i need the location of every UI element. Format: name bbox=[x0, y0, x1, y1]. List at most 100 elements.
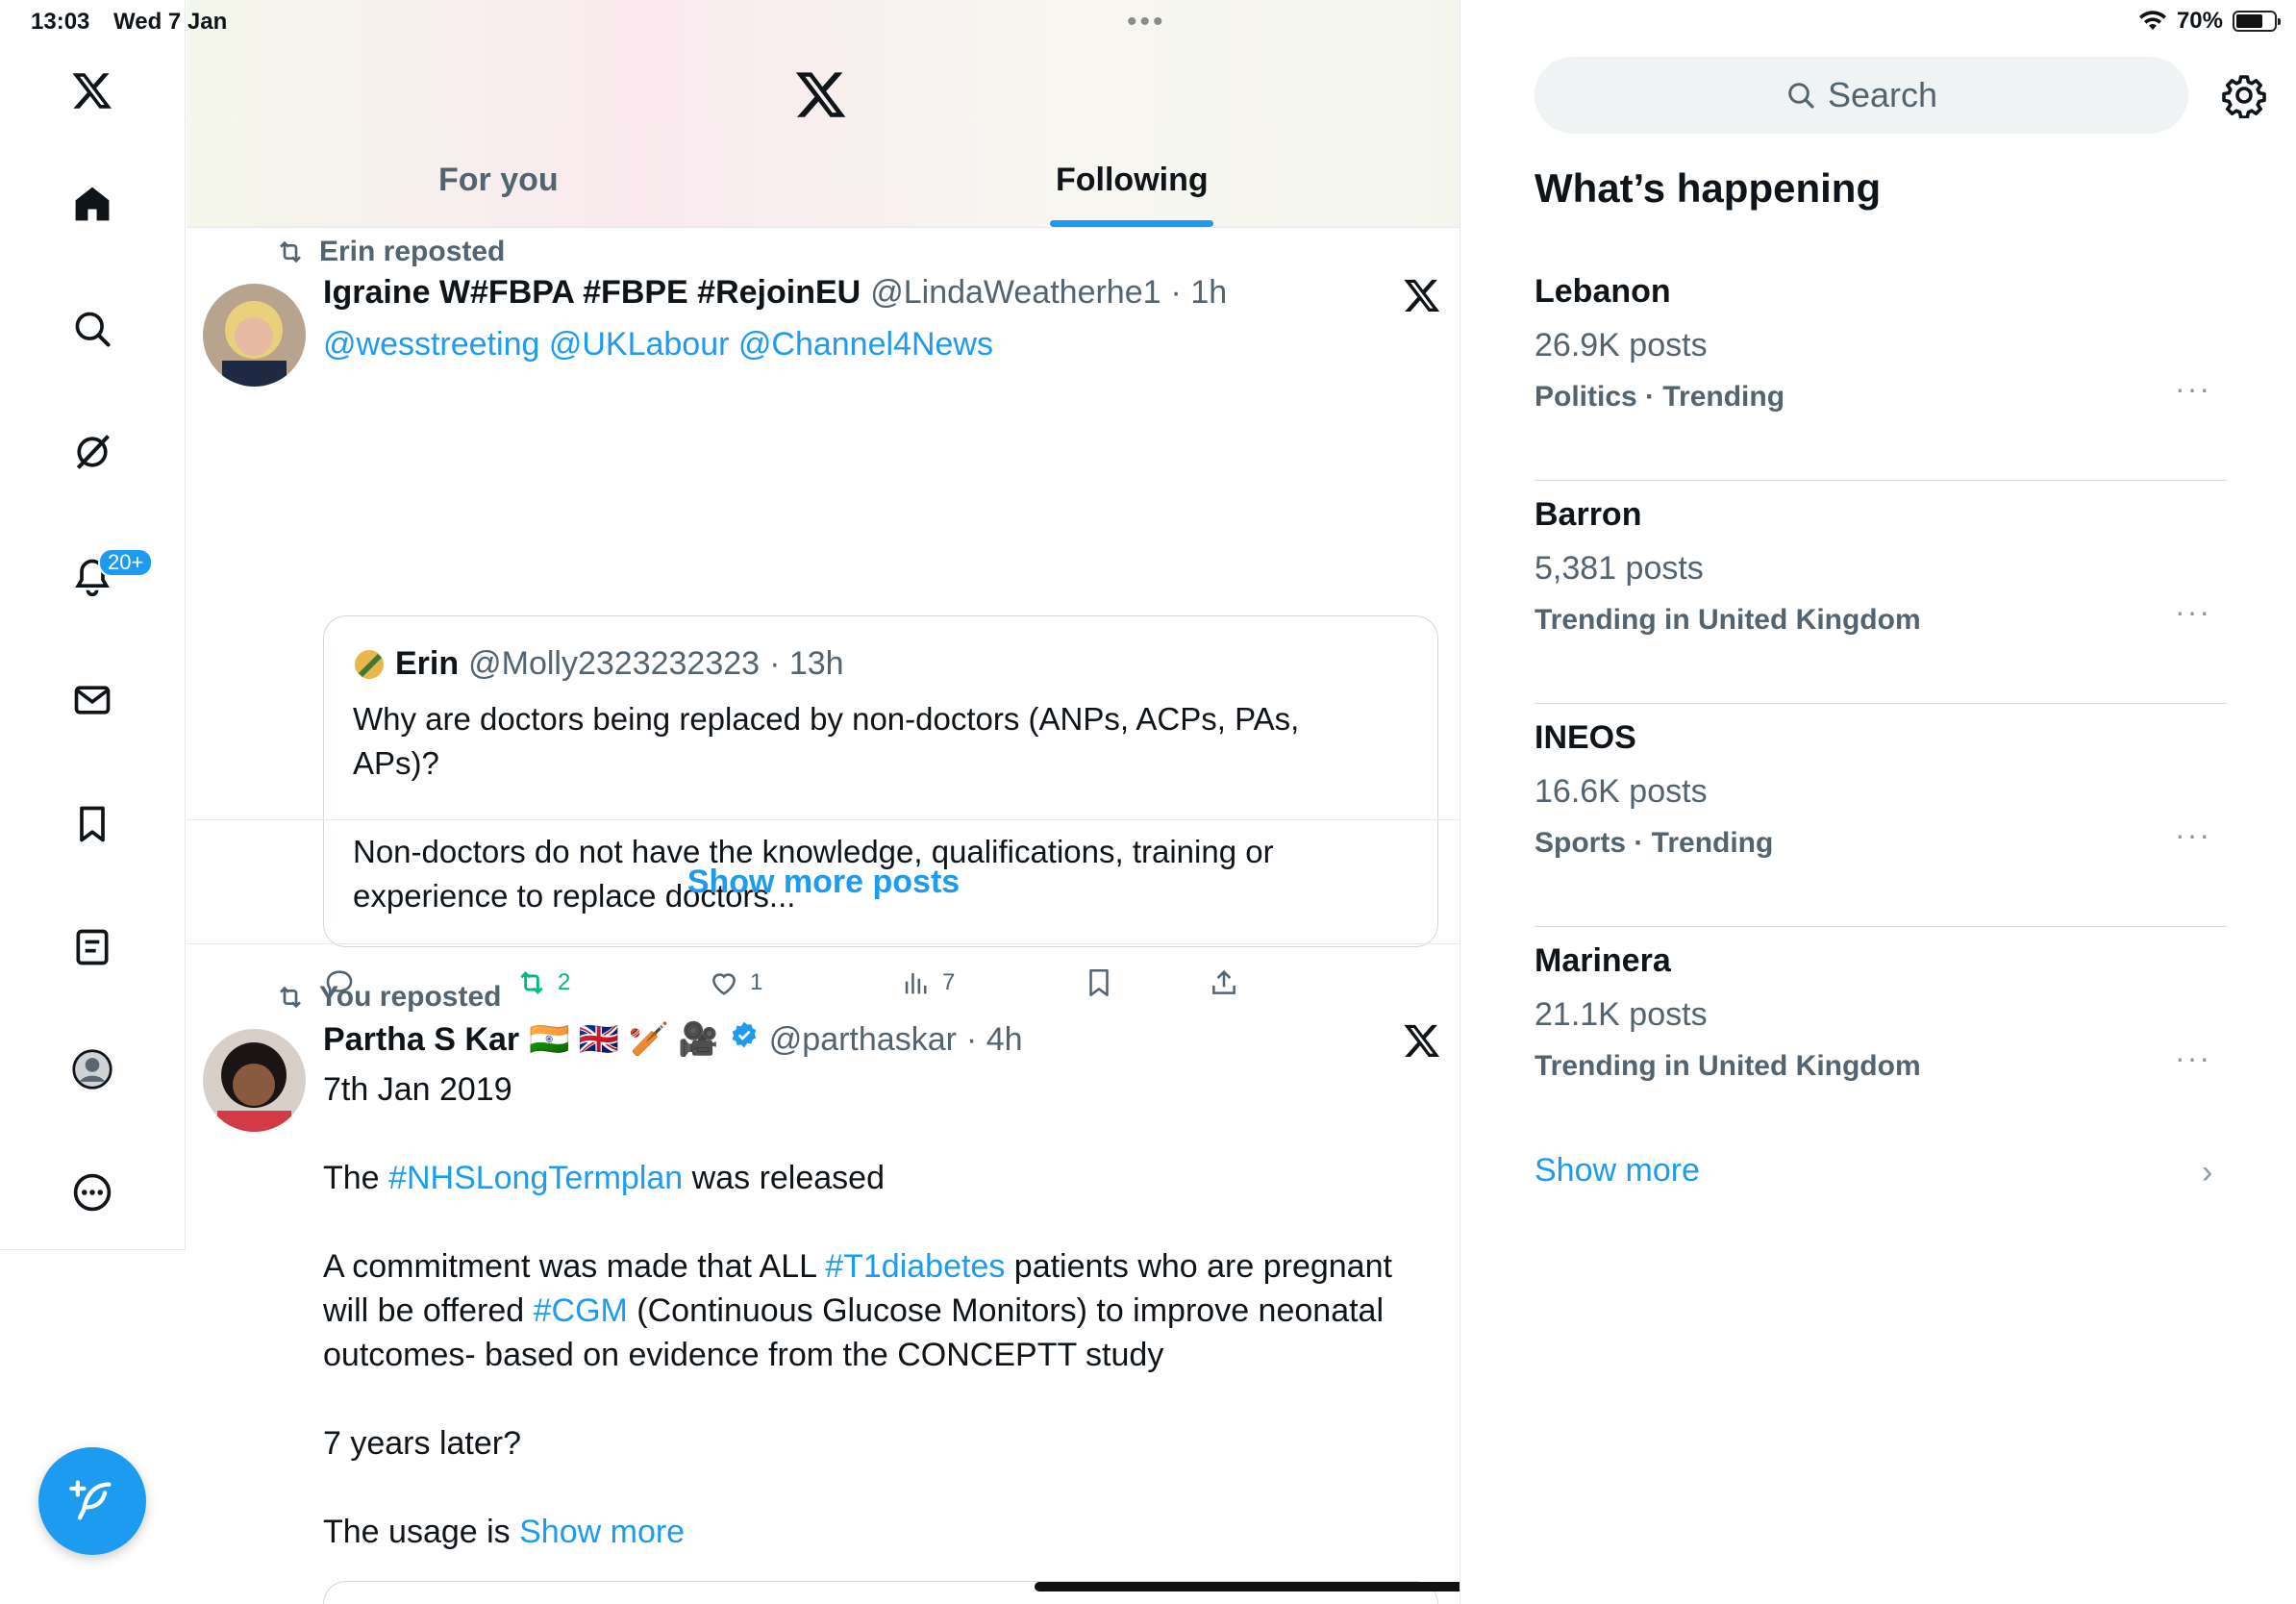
lists-icon[interactable] bbox=[62, 916, 123, 978]
search-icon[interactable] bbox=[62, 298, 123, 360]
more-options-icon[interactable]: ··· bbox=[2175, 817, 2211, 853]
notifications-icon[interactable]: 20+ bbox=[62, 546, 154, 608]
wifi-icon bbox=[2138, 11, 2166, 30]
hashtag-link[interactable]: #CGM bbox=[534, 1292, 628, 1329]
trend-item[interactable]: Lebanon 26.9K posts Politics · Trending … bbox=[1535, 258, 2227, 481]
show-more-link[interactable]: Show more bbox=[519, 1514, 685, 1550]
trend-count: 26.9K posts bbox=[1535, 327, 1708, 363]
quoted-author-handle: @Molly2323232323 bbox=[468, 645, 761, 682]
view-count: 7 bbox=[942, 969, 956, 995]
post-time: · 1h bbox=[1170, 274, 1228, 311]
notifications-badge: 20+ bbox=[98, 548, 154, 577]
analytics-icon bbox=[905, 973, 927, 994]
tab-for-you[interactable]: For you bbox=[438, 162, 559, 219]
author-handle[interactable]: @parthaskar bbox=[769, 1021, 957, 1059]
trend-name: INEOS bbox=[1535, 719, 1636, 756]
bookmark-button[interactable] bbox=[1083, 966, 1115, 999]
show-more-posts-button[interactable]: Show more posts bbox=[187, 819, 1460, 944]
author-emoji: 🇮🇳 🇬🇧 🏏 🎥 bbox=[529, 1021, 719, 1058]
repost-icon bbox=[520, 971, 543, 994]
trend-category: Politics · Trending bbox=[1535, 381, 1785, 413]
compose-post-button[interactable] bbox=[38, 1447, 146, 1555]
share-icon bbox=[1212, 969, 1235, 994]
trend-count: 5,381 posts bbox=[1535, 550, 1704, 587]
tab-following[interactable]: Following bbox=[1056, 162, 1209, 219]
post-line: The usage is Show more bbox=[323, 1514, 686, 1550]
search-bar[interactable]: Search bbox=[1535, 57, 2188, 134]
more-options-icon[interactable]: ··· bbox=[2175, 594, 2211, 630]
post-line: A commitment was made that ALL #T1diabet… bbox=[323, 1248, 1392, 1285]
trend-name: Marinera bbox=[1535, 942, 1671, 979]
author-name[interactable]: Igraine W#FBPA #FBPE #RejoinEU bbox=[323, 274, 861, 312]
show-more-trends-link[interactable]: Show more bbox=[1535, 1152, 1700, 1190]
like-count: 1 bbox=[750, 969, 763, 995]
repost-context: You reposted bbox=[275, 981, 501, 1014]
section-title: What’s happening bbox=[1535, 165, 1882, 211]
status-right: 70% bbox=[2138, 8, 2281, 35]
trend-category: Trending in United Kingdom bbox=[1535, 604, 1921, 636]
post-header: Partha S Kar 🇮🇳 🇬🇧 🏏 🎥 @parthaskar · 4h bbox=[323, 1019, 1023, 1059]
post-mentions[interactable]: @wesstreeting @UKLabour @Channel4News bbox=[323, 322, 993, 366]
hashtag-link[interactable]: #NHSLongTermplan bbox=[388, 1160, 683, 1196]
more-options-icon[interactable] bbox=[62, 1162, 123, 1223]
avatar[interactable] bbox=[203, 1029, 306, 1132]
right-sidebar: Search What’s happening Lebanon 26.9K po… bbox=[1461, 0, 2296, 1604]
main-timeline: For you Following Erin reposted Igraine … bbox=[187, 0, 1460, 1604]
x-logo-icon bbox=[1404, 279, 1440, 312]
author-handle[interactable]: @LindaWeatherhe1 bbox=[870, 274, 1160, 312]
trend-count: 21.1K posts bbox=[1535, 996, 1708, 1033]
x-logo-icon[interactable] bbox=[794, 67, 848, 121]
repost-icon bbox=[280, 986, 301, 1009]
multitasking-dots-icon[interactable]: ••• bbox=[1127, 6, 1166, 38]
chevron-right-icon: › bbox=[2202, 1154, 2213, 1190]
repost-by-label: Erin reposted bbox=[319, 236, 506, 267]
like-button[interactable]: 1 bbox=[708, 966, 762, 999]
home-indicator[interactable] bbox=[1035, 1582, 1460, 1591]
emoji-avatar-icon bbox=[355, 649, 384, 679]
more-options-icon[interactable]: ··· bbox=[2175, 1040, 2211, 1076]
repost-icon bbox=[280, 240, 301, 263]
bookmark-icon bbox=[1089, 968, 1109, 997]
heart-icon bbox=[712, 973, 736, 995]
trend-item[interactable]: Barron 5,381 posts Trending in United Ki… bbox=[1535, 481, 2227, 704]
verified-badge-icon bbox=[732, 1021, 757, 1048]
trend-count: 16.6K posts bbox=[1535, 773, 1708, 810]
quoted-author-name: Erin bbox=[395, 645, 460, 682]
profile-avatar-icon[interactable] bbox=[62, 1039, 123, 1100]
quoted-line: APs)? bbox=[353, 745, 439, 781]
bookmarks-icon[interactable] bbox=[62, 793, 123, 855]
author-name[interactable]: Partha S Kar bbox=[323, 1021, 519, 1059]
trend-name: Barron bbox=[1535, 496, 1642, 533]
trend-category: Trending in United Kingdom bbox=[1535, 1050, 1921, 1082]
post-header: Igraine W#FBPA #FBPE #RejoinEU @LindaWea… bbox=[323, 274, 1227, 312]
quoted-post-time: · 13h bbox=[769, 645, 844, 682]
left-nav: 20+ bbox=[0, 0, 186, 1250]
messages-icon[interactable] bbox=[62, 669, 123, 731]
feather-plus-icon bbox=[69, 1480, 112, 1520]
status-bar: 13:03 Wed 7 Jan ••• 70% bbox=[0, 0, 2296, 44]
home-icon[interactable] bbox=[62, 173, 123, 235]
repost-button[interactable]: 2 bbox=[515, 966, 570, 999]
share-button[interactable] bbox=[1208, 966, 1240, 999]
trend-item[interactable]: Marinera 21.1K posts Trending in United … bbox=[1535, 927, 2227, 1150]
views-button[interactable]: 7 bbox=[900, 966, 955, 999]
grok-icon[interactable] bbox=[62, 421, 123, 483]
trend-name: Lebanon bbox=[1535, 273, 1671, 310]
trend-item[interactable]: INEOS 16.6K posts Sports · Trending ··· bbox=[1535, 704, 2227, 927]
post-line: will be offered #CGM (Continuous Glucose… bbox=[323, 1292, 1385, 1329]
x-logo-icon[interactable] bbox=[62, 60, 123, 121]
x-logo-icon bbox=[1404, 1024, 1440, 1057]
post-line: The #NHSLongTermplan was released bbox=[323, 1160, 885, 1196]
gear-icon[interactable] bbox=[2221, 72, 2267, 118]
quoted-line: Why are doctors being replaced by non-do… bbox=[353, 701, 1300, 737]
repost-context: Erin reposted bbox=[275, 236, 505, 268]
hashtag-link[interactable]: #T1diabetes bbox=[825, 1248, 1005, 1285]
avatar[interactable] bbox=[203, 284, 306, 387]
post-line: 7 years later? bbox=[323, 1425, 521, 1462]
status-date: Wed 7 Jan bbox=[113, 9, 228, 35]
active-tab-indicator bbox=[1050, 220, 1213, 227]
trend-category: Sports · Trending bbox=[1535, 827, 1774, 859]
search-placeholder: Search bbox=[1827, 75, 1938, 114]
more-options-icon[interactable]: ··· bbox=[2175, 371, 2211, 407]
quoted-post-header: Erin @Molly2323232323 · 13h bbox=[353, 645, 844, 683]
